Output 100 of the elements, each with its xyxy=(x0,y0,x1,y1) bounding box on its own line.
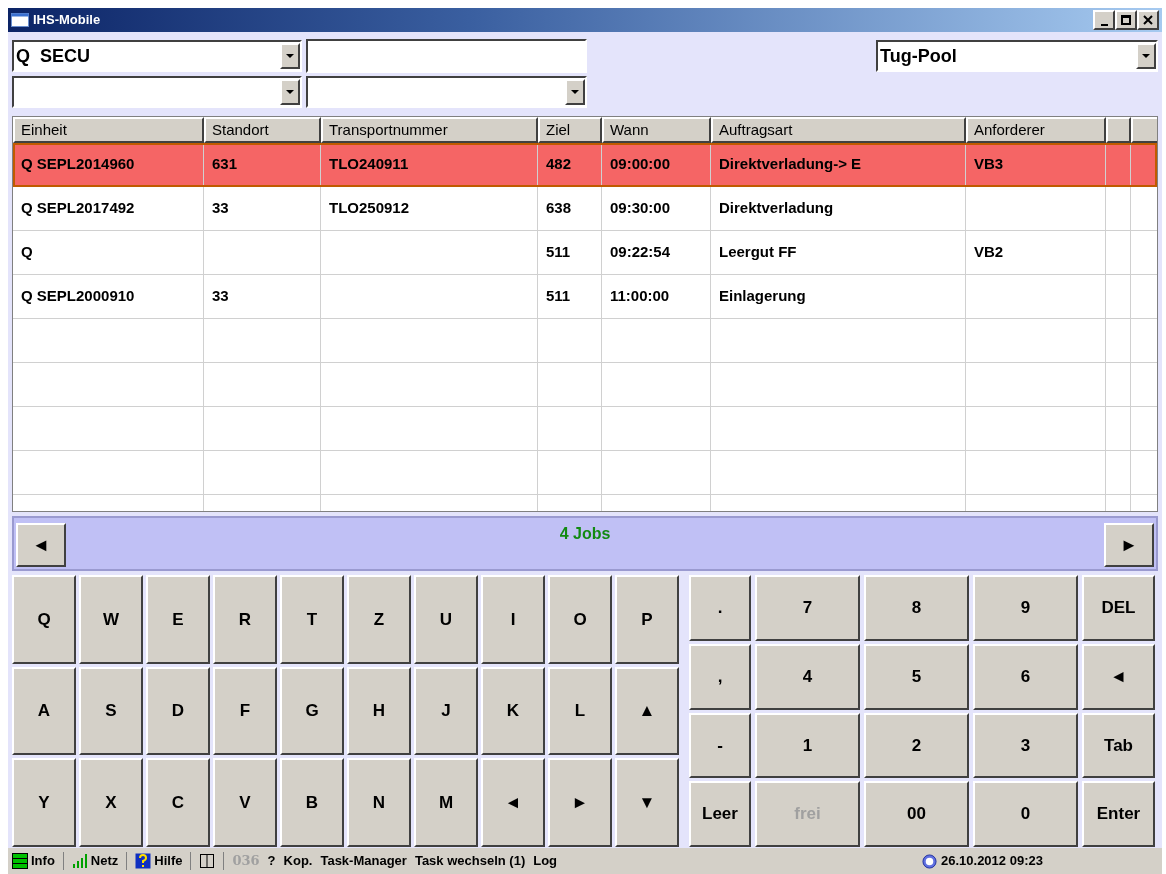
column-header[interactable]: Anforderer xyxy=(966,117,1106,143)
key[interactable]: 6 xyxy=(973,643,1078,710)
key[interactable]: G xyxy=(280,666,344,756)
key[interactable]: Z xyxy=(347,575,411,664)
key[interactable]: 2 xyxy=(864,712,969,779)
key[interactable]: H xyxy=(347,666,411,756)
status-item[interactable]: Task-Manager xyxy=(320,851,407,871)
key[interactable]: Leer xyxy=(689,781,751,847)
key[interactable]: 0 xyxy=(973,781,1078,847)
key[interactable]: Tab xyxy=(1082,712,1155,779)
key[interactable]: I xyxy=(481,575,545,664)
key[interactable]: S xyxy=(79,666,143,756)
key[interactable]: J xyxy=(414,666,478,756)
status-item[interactable]: Hilfe xyxy=(154,851,183,871)
key[interactable]: ◄ xyxy=(1082,643,1155,710)
key[interactable]: M xyxy=(414,758,478,847)
key[interactable]: 7 xyxy=(755,575,860,641)
key[interactable]: K xyxy=(481,666,545,756)
key[interactable]: V xyxy=(213,758,277,847)
column-header[interactable]: Auftragsart xyxy=(711,117,966,143)
key[interactable]: Enter xyxy=(1082,781,1155,847)
filter-combo[interactable] xyxy=(12,76,302,108)
minimize-button[interactable] xyxy=(1093,10,1115,30)
table-cell-text: 09:22:54 xyxy=(610,242,671,263)
table-cell-text: 631 xyxy=(212,154,238,175)
key[interactable]: X xyxy=(79,758,143,847)
pool-combo[interactable]: Tug-Pool xyxy=(876,40,1158,72)
key[interactable]: ▲ xyxy=(615,666,679,756)
table-row[interactable]: Q SEPL2017492 33 TLO250912 638 09:30:00 Direktverladung xyxy=(13,187,1157,231)
key[interactable]: L xyxy=(548,666,612,756)
key[interactable]: T xyxy=(280,575,344,664)
next-button[interactable]: ► xyxy=(1104,523,1154,567)
close-button[interactable] xyxy=(1137,10,1159,30)
status-item[interactable]: Info xyxy=(31,851,55,871)
column-header[interactable] xyxy=(1106,117,1131,143)
key[interactable]: B xyxy=(280,758,344,847)
columns-icon[interactable] xyxy=(199,853,216,869)
status-item[interactable]: Kop. xyxy=(283,851,313,871)
key[interactable]: 5 xyxy=(864,643,969,710)
key[interactable]: R xyxy=(213,575,277,664)
status-item[interactable]: ? xyxy=(267,851,276,871)
key[interactable]: O xyxy=(548,575,612,664)
table-cell-text: Direktverladung xyxy=(719,198,834,219)
key[interactable]: DEL xyxy=(1082,575,1155,641)
dropdown-button[interactable] xyxy=(1136,43,1156,69)
previous-button[interactable]: ◄ xyxy=(16,523,66,567)
key[interactable]: ◄ xyxy=(481,758,545,847)
column-header[interactable]: Wann xyxy=(602,117,711,143)
key[interactable]: . xyxy=(689,575,751,641)
key[interactable]: F xyxy=(213,666,277,756)
key[interactable]: 1 xyxy=(755,712,860,779)
window-title: IHS-Mobile xyxy=(33,11,102,30)
key[interactable]: W xyxy=(79,575,143,664)
table-cell-text: 482 xyxy=(546,154,572,175)
help-icon[interactable] xyxy=(135,853,152,869)
dropdown-button[interactable] xyxy=(280,43,300,69)
status-item[interactable]: Netz xyxy=(90,851,119,871)
key[interactable]: ► xyxy=(548,758,612,847)
minimize-icon xyxy=(1100,23,1108,26)
key[interactable]: A xyxy=(12,666,76,756)
lines-icon[interactable] xyxy=(12,853,28,869)
key[interactable]: N xyxy=(347,758,411,847)
column-header[interactable]: Einheit xyxy=(13,117,204,143)
key[interactable]: 00 xyxy=(864,781,969,847)
clock-text: 26.10.2012 09:23 xyxy=(941,852,1043,871)
key[interactable]: Y xyxy=(12,758,76,847)
text-field[interactable] xyxy=(306,39,587,73)
key[interactable]: 9 xyxy=(973,575,1078,641)
table-row[interactable]: Q SEPL2000910 33 511 11:00:00 Einlagerung xyxy=(13,275,1157,319)
key[interactable]: 8 xyxy=(864,575,969,641)
table-cell-text: 33 xyxy=(212,286,229,307)
key[interactable]: U xyxy=(414,575,478,664)
filter-combo[interactable] xyxy=(306,76,587,108)
column-header[interactable]: Transportnummer xyxy=(321,117,538,143)
dropdown-button[interactable] xyxy=(280,79,300,105)
key[interactable]: Q xyxy=(12,575,76,664)
table-row[interactable]: Q 511 09:22:54 Leergut FF VB2 xyxy=(13,231,1157,275)
table-cell-text: 33 xyxy=(212,198,229,219)
status-item[interactable]: Task wechseln (1) xyxy=(414,851,526,871)
table-row[interactable]: Q SEPL2014960 631 TLO240911 482 09:00:00 Direktverladung-> E VB3 xyxy=(13,143,1157,187)
key[interactable]: P xyxy=(615,575,679,664)
table-cell-text: Q SEPL2017492 xyxy=(21,198,135,219)
column-header[interactable] xyxy=(1131,117,1157,143)
unit-combo[interactable]: Q SECU xyxy=(12,40,302,72)
table-cell-text: 11:00:00 xyxy=(610,286,670,307)
dropdown-button[interactable] xyxy=(565,79,585,105)
column-header[interactable]: Ziel xyxy=(538,117,602,143)
table-cell-text: 09:30:00 xyxy=(610,198,671,219)
key[interactable]: 4 xyxy=(755,643,860,710)
table-cell-text: 511 xyxy=(546,286,571,307)
key[interactable]: , xyxy=(689,643,751,710)
key[interactable]: C xyxy=(146,758,210,847)
column-header[interactable]: Standort xyxy=(204,117,321,143)
status-item[interactable]: Log xyxy=(533,851,558,871)
key[interactable]: 3 xyxy=(973,712,1078,779)
key[interactable]: - xyxy=(689,712,751,779)
key[interactable]: ▼ xyxy=(615,758,679,847)
maximize-button[interactable] xyxy=(1115,10,1137,30)
key[interactable]: D xyxy=(146,666,210,756)
key[interactable]: E xyxy=(146,575,210,664)
